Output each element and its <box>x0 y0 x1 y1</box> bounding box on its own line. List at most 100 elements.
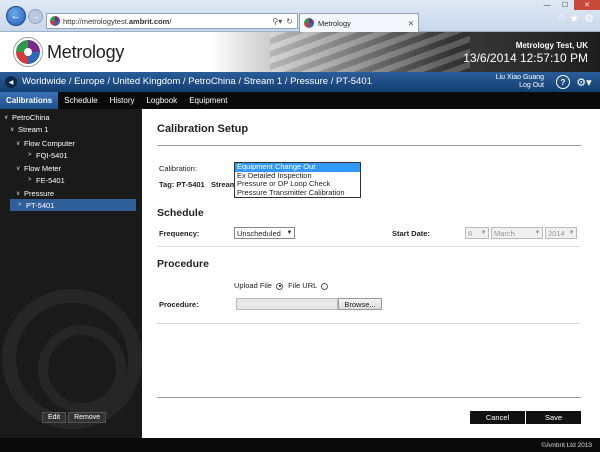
frequency-select[interactable]: Unscheduled ▼ <box>234 227 295 239</box>
home-icon[interactable]: ⌂ <box>558 12 565 25</box>
chevron-down-icon: ▼ <box>568 230 575 236</box>
tab-history[interactable]: History <box>104 92 141 109</box>
copyright-text: ©Ambrit Ltd 2013 <box>541 441 592 449</box>
tree-item-fqi-5401[interactable]: > FQI-5401 <box>0 149 142 161</box>
user-info: Liu Xiao Guang Log Out <box>496 74 544 90</box>
tab-logbook[interactable]: Logbook <box>140 92 183 109</box>
minimize-icon[interactable]: — <box>538 0 556 10</box>
start-day-select[interactable]: 6 ▼ <box>465 227 489 239</box>
file-url-radio[interactable] <box>321 282 329 290</box>
frequency-label: Frequency: <box>159 229 200 238</box>
address-bar[interactable]: http://metrologytest.ambrit.com/ ⚲▾ ↻ <box>46 13 298 29</box>
main-nav: Calibrations Schedule History Logbook Eq… <box>0 92 600 109</box>
chevron-right-icon: > <box>28 152 32 158</box>
tab-calibrations[interactable]: Calibrations <box>0 92 59 109</box>
calibration-setup-form: Calibration Setup Calibration: Tag: PT-5… <box>142 109 600 438</box>
tree-item-label: Flow Computer <box>24 138 75 148</box>
tree-item-pressure[interactable]: ∨ Pressure <box>0 187 142 199</box>
edit-button[interactable]: Edit <box>42 412 67 423</box>
tools-gear-icon[interactable]: ⚙ <box>584 12 594 25</box>
tree-item-label: Stream 1 <box>18 124 49 134</box>
procedure-section-title: Procedure <box>157 258 209 270</box>
breadcrumb-bar: ◀ Worldwide / Europe / United Kingdom / … <box>0 72 600 92</box>
site-name: Metrology Test, UK <box>515 41 588 50</box>
calibration-option[interactable]: Pressure Transmitter Calibration <box>235 188 360 198</box>
collapse-arrow-icon[interactable]: ◀ <box>5 76 17 88</box>
schedule-section-title: Schedule <box>157 207 204 219</box>
divider <box>157 323 581 324</box>
app-banner: Metrology Metrology Test, UK 13/6/2014 1… <box>0 32 600 72</box>
remove-button[interactable]: Remove <box>68 412 107 423</box>
settings-gear-icon[interactable]: ⚙▾ <box>574 75 594 89</box>
close-tab-icon[interactable]: ✕ <box>408 19 414 28</box>
metrology-logo-icon <box>14 38 42 66</box>
tree-item-flow-meter[interactable]: ∨ Flow Meter <box>0 162 142 174</box>
upload-file-label: Upload File <box>234 281 272 290</box>
chevron-down-icon: ∨ <box>16 190 21 197</box>
upload-file-radio[interactable] <box>276 282 284 290</box>
browse-button[interactable]: Browse... <box>338 298 382 310</box>
start-date-label: Start Date: <box>392 229 430 238</box>
footer: ©Ambrit Ltd 2013 <box>0 438 600 452</box>
close-window-icon[interactable]: ✕ <box>574 0 600 10</box>
refresh-icon[interactable]: ↻ <box>286 17 293 26</box>
chevron-down-icon: ▼ <box>534 230 541 236</box>
chevron-down-icon: ∨ <box>4 114 9 121</box>
tree-item-label: PetroChina <box>12 112 50 122</box>
tree-item-label: FE-5401 <box>36 175 65 185</box>
chevron-down-icon: ▼ <box>286 230 293 236</box>
calibration-listbox[interactable]: Equipment Change Out Ex Detailed Inspect… <box>234 162 361 198</box>
tree-item-flow-computer[interactable]: ∨ Flow Computer <box>0 137 142 149</box>
browser-tools: ⌂ ★ ⚙ <box>558 12 594 25</box>
maximize-icon[interactable]: ☐ <box>556 0 574 10</box>
upload-file-option[interactable]: Upload File File URL <box>234 281 329 290</box>
chevron-down-icon: ∨ <box>16 165 21 172</box>
breadcrumb[interactable]: Worldwide / Europe / United Kingdom / Pe… <box>22 76 372 87</box>
tree-item-petrochina[interactable]: ∨ PetroChina <box>0 111 142 123</box>
equipment-tree-panel: ∨ PetroChina ∨ Stream 1 ∨ Flow Computer … <box>0 109 142 438</box>
save-button[interactable]: Save <box>526 411 581 424</box>
frequency-value: Unscheduled <box>237 228 281 238</box>
tree-item-label: Pressure <box>24 188 55 198</box>
chevron-down-icon: ▼ <box>480 230 487 236</box>
back-button[interactable]: ← <box>6 6 26 26</box>
divider <box>157 246 581 247</box>
start-month-value: March <box>494 228 515 238</box>
divider <box>157 145 581 146</box>
logo-text: Metrology <box>47 42 125 62</box>
tab-schedule[interactable]: Schedule <box>58 92 103 109</box>
chevron-down-icon: ∨ <box>16 140 21 147</box>
window-controls: — ☐ ✕ <box>538 0 600 10</box>
tree-item-pt-5401[interactable]: > PT-5401 <box>10 199 136 211</box>
help-icon[interactable]: ? <box>556 75 570 89</box>
tree-item-fe-5401[interactable]: > FE-5401 <box>0 174 142 186</box>
tree-item-label: PT-5401 <box>26 200 55 210</box>
forward-button[interactable]: → <box>28 9 43 24</box>
banner-image <box>270 32 470 72</box>
cancel-button[interactable]: Cancel <box>470 411 525 424</box>
procedure-label: Procedure: <box>159 300 199 309</box>
search-icon[interactable]: ⚲▾ <box>272 17 282 26</box>
decorative-wheel <box>2 289 142 429</box>
page-title: Calibration Setup <box>157 123 249 135</box>
browser-tab[interactable]: Metrology ✕ <box>299 13 419 32</box>
favorites-star-icon[interactable]: ★ <box>569 12 579 25</box>
tab-equipment[interactable]: Equipment <box>183 92 233 109</box>
divider <box>157 397 581 398</box>
tag-text: Tag: PT-5401 <box>159 180 205 189</box>
logout-link[interactable]: Log Out <box>496 82 544 90</box>
equipment-tree: ∨ PetroChina ∨ Stream 1 ∨ Flow Computer … <box>0 111 142 211</box>
current-datetime: 13/6/2014 12:57:10 PM <box>463 51 588 65</box>
tab-title: Metrology <box>318 18 351 28</box>
stream-text: Stream <box>211 180 237 189</box>
chevron-right-icon: > <box>28 177 32 183</box>
procedure-file-field[interactable] <box>236 298 338 310</box>
address-url: http://metrologytest.ambrit.com/ <box>63 16 172 26</box>
tree-actions: Edit Remove <box>42 412 107 423</box>
tree-item-stream-1[interactable]: ∨ Stream 1 <box>0 123 142 135</box>
browser-toolbar: — ☐ ✕ ← → http://metrologytest.ambrit.co… <box>0 0 600 32</box>
start-year-value: 2014 <box>548 228 565 238</box>
start-year-select[interactable]: 2014 ▼ <box>545 227 577 239</box>
chevron-right-icon: > <box>18 202 22 208</box>
start-month-select[interactable]: March ▼ <box>491 227 543 239</box>
